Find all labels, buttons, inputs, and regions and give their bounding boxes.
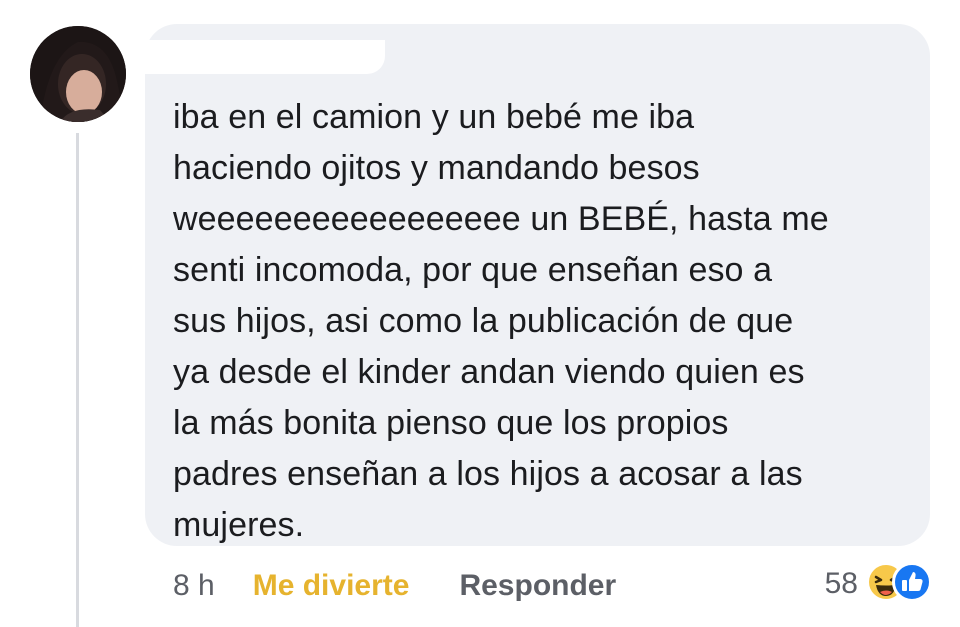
reply-button[interactable]: Responder [459,569,616,603]
comment-line: senti incomoda, por que enseñan eso a [173,251,773,289]
reaction-count: 58 [824,567,858,600]
comment-line: ya desde el kinder andan viendo quien es [173,353,805,391]
comment-actions: 8 h Me divierte Responder [173,566,616,606]
comment-line: la más bonita pienso que los propios [173,404,729,442]
redacted-author-name [145,40,385,74]
comment-line: padres enseñan a los hijos a acosar a la… [173,455,803,493]
thread-line [76,133,79,627]
comment-line: mujeres. [173,506,305,544]
comment-line: iba en el camion y un bebé me iba [173,98,695,136]
comment-line: weeeeeeeeeeeeeeeee un BEBÉ, hasta me [173,200,829,238]
timestamp-link[interactable]: 8 h [173,569,215,603]
reaction-button[interactable]: Me divierte [253,569,410,603]
avatar-photo-icon [30,26,126,122]
avatar[interactable] [30,26,126,122]
comment-text: iba en el camion y un bebé me iba hacien… [173,92,913,551]
comment-line: sus hijos, asi como la publicación de qu… [173,302,794,340]
reaction-icons [866,562,932,606]
like-icon [892,562,932,602]
reaction-summary[interactable]: 58 [824,562,932,606]
comment-line: haciendo ojitos y mandando besos [173,149,700,187]
